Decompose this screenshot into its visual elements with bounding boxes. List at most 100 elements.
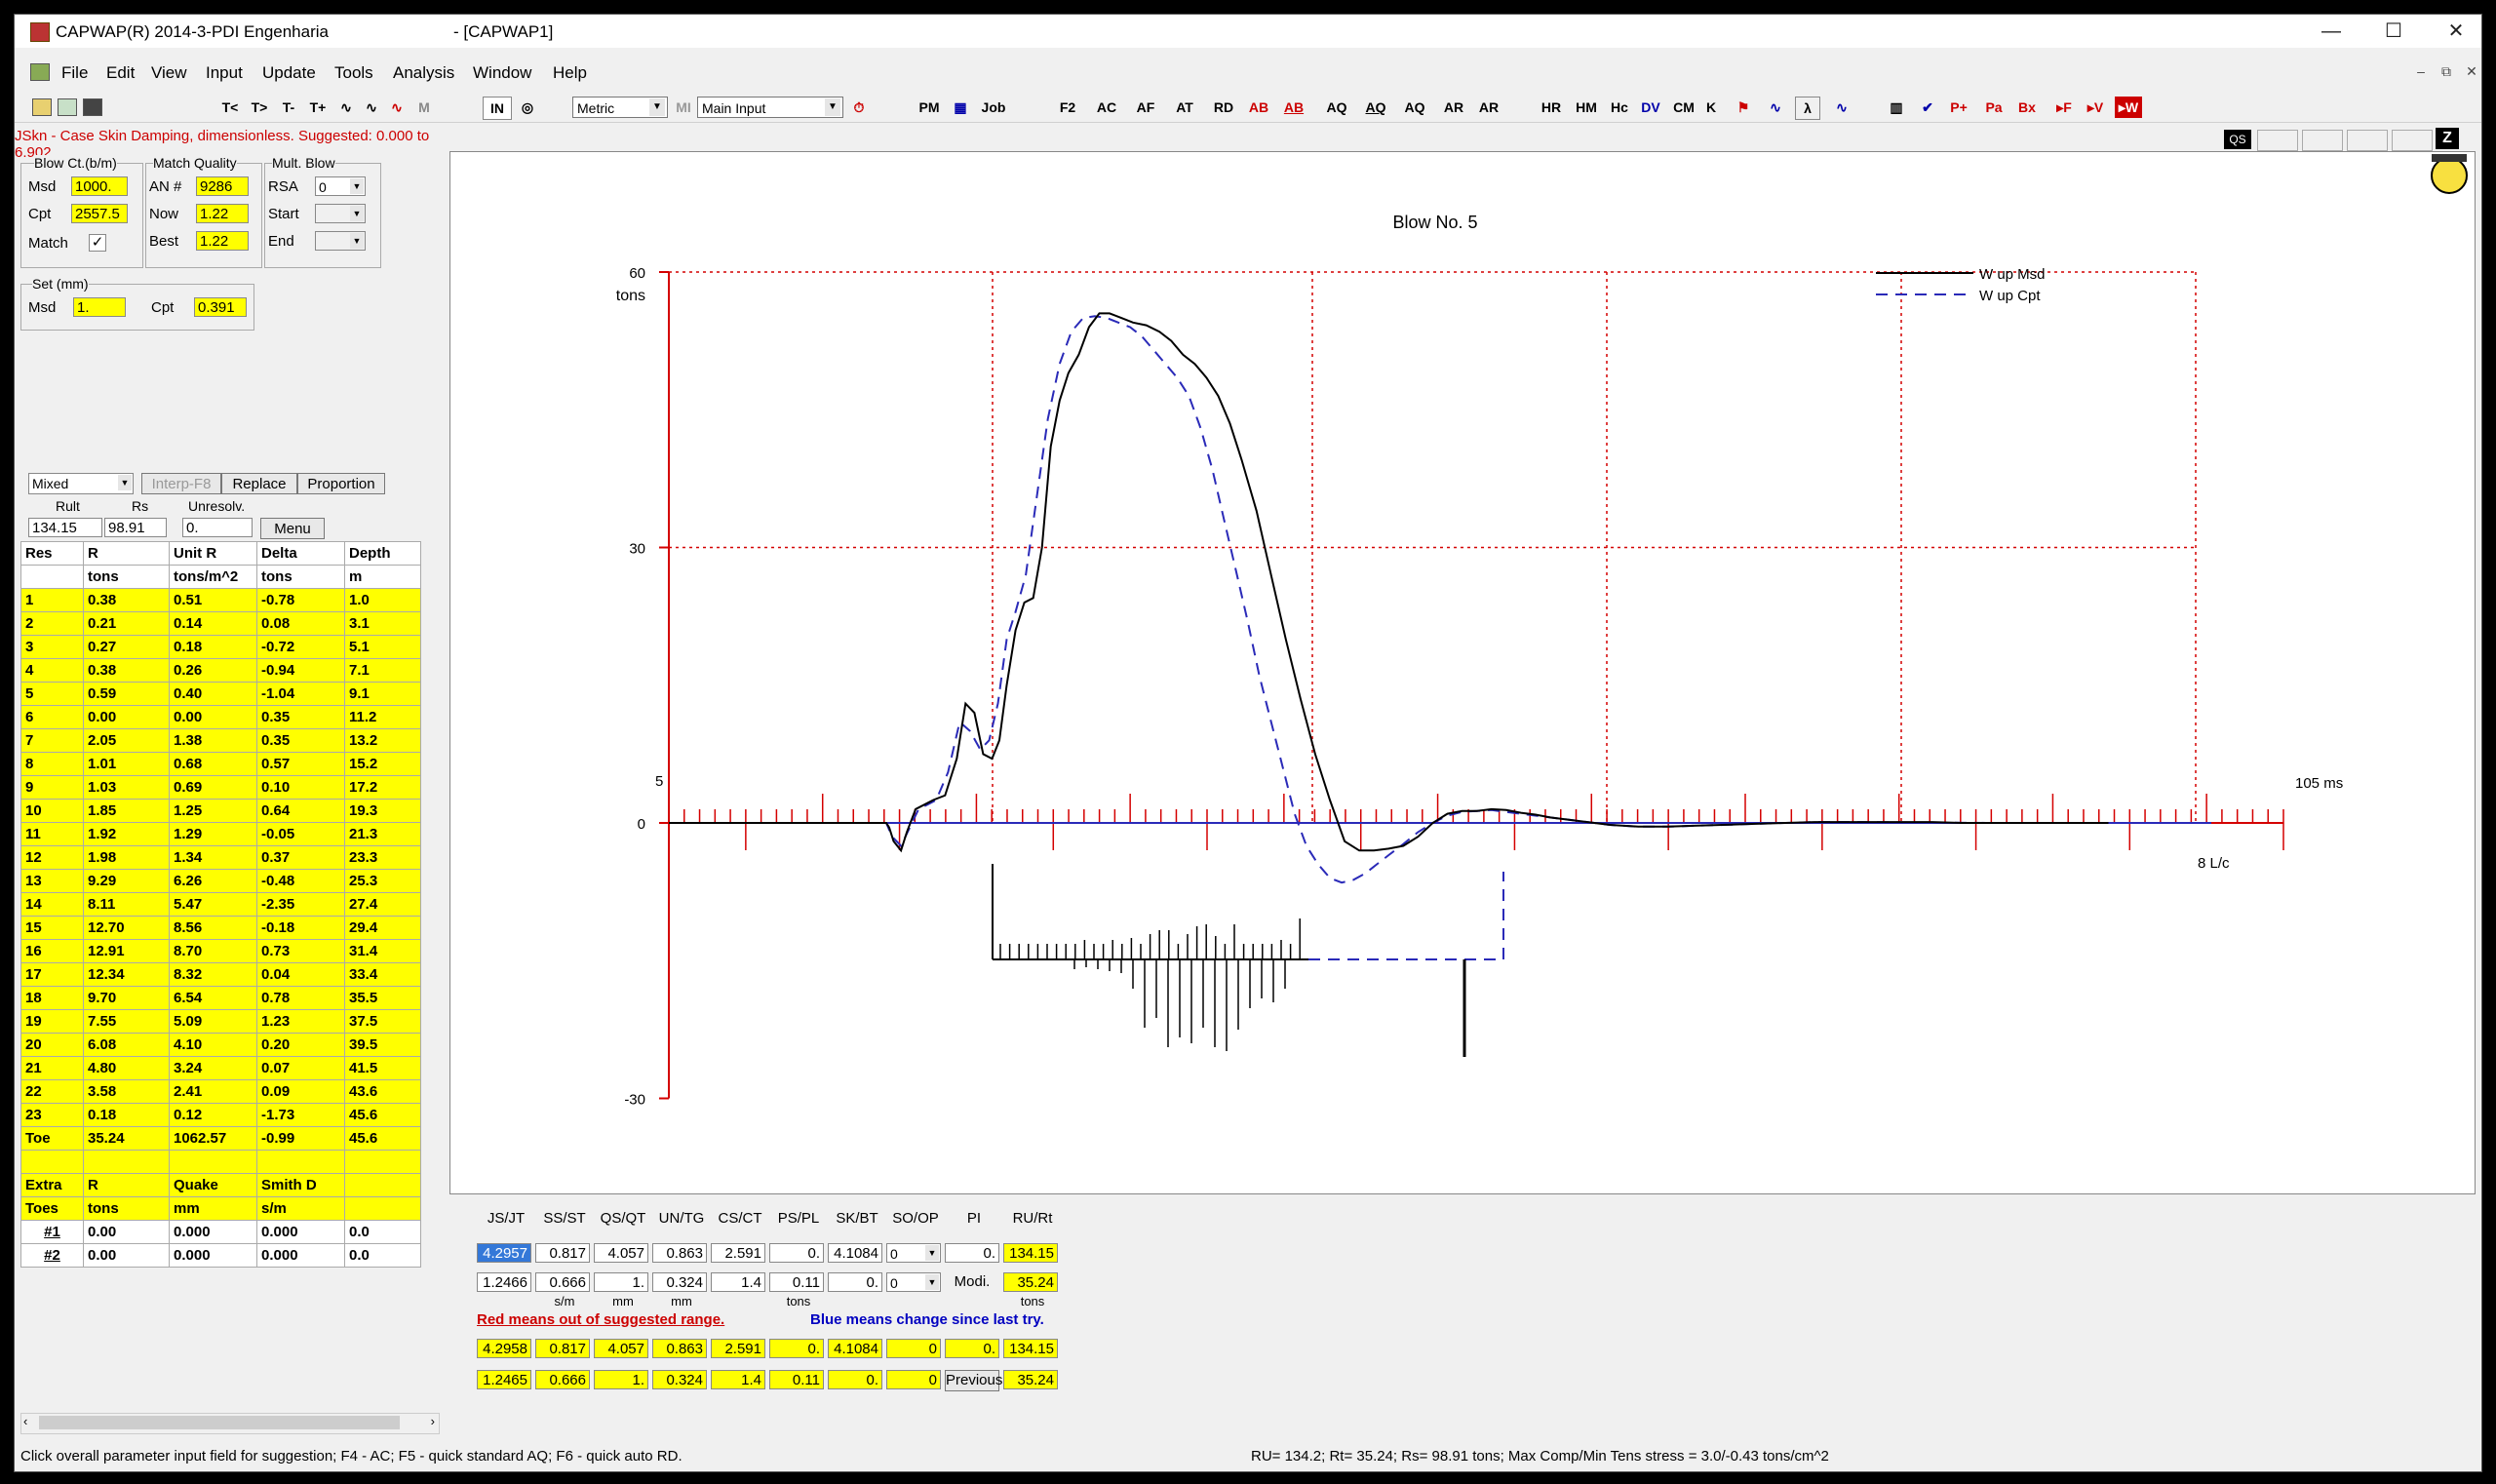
table-row[interactable]: 23 0.18 0.12 -1.73 45.6 (20, 1103, 421, 1127)
check-icon[interactable]: ✔ (1916, 97, 1939, 118)
table-row-cell[interactable]: 0.69 (169, 775, 257, 800)
param-row1-field[interactable]: 0. (945, 1243, 999, 1263)
rult-value[interactable]: 134.15 (28, 518, 102, 537)
param-row4-field[interactable]: 1. (594, 1370, 648, 1389)
aq-underline-button[interactable]: AQ (1362, 97, 1389, 118)
start-select[interactable]: ▼ (315, 204, 366, 223)
table-row-cell[interactable]: Toe (20, 1126, 84, 1151)
table-row-cell[interactable]: 2.05 (83, 728, 170, 753)
extra-toe-row-cell[interactable]: 0.0 (344, 1243, 421, 1268)
table-row-cell[interactable]: 1.34 (169, 845, 257, 870)
table-row-cell[interactable]: 1.0 (344, 588, 421, 612)
dist-menu-button[interactable]: Menu (260, 518, 325, 539)
table-row-cell[interactable]: 3 (20, 635, 84, 659)
extra-toe-row[interactable]: #2 0.00 0.000 0.000 0.0 (20, 1243, 421, 1268)
table-row-cell[interactable]: 9.70 (83, 986, 170, 1010)
menu-update[interactable]: Update (262, 63, 316, 83)
param-row4-field[interactable]: Previous (945, 1370, 1002, 1391)
table-row-cell[interactable]: 0.37 (256, 845, 345, 870)
table-row-cell[interactable]: 22 (20, 1079, 84, 1104)
w-arrow-button[interactable]: ▸W (2115, 97, 2142, 118)
param-row3-field[interactable]: 0.863 (652, 1339, 707, 1358)
table-row-cell[interactable]: -0.72 (256, 635, 345, 659)
table-row[interactable]: 14 8.11 5.47 -2.35 27.4 (20, 892, 421, 917)
table-row-cell[interactable]: 5.1 (344, 635, 421, 659)
table-row-cell[interactable]: 37.5 (344, 1009, 421, 1034)
distribution-select[interactable]: Mixed ▼ (28, 473, 134, 494)
job-button[interactable]: Job (978, 97, 1009, 118)
table-row-cell[interactable]: 45.6 (344, 1126, 421, 1151)
menu-edit[interactable]: Edit (106, 63, 135, 83)
param-row1-field[interactable]: 0. (769, 1243, 824, 1263)
table-row[interactable]: 12 1.98 1.34 0.37 23.3 (20, 845, 421, 870)
extra-toe-row-cell[interactable]: #2 (20, 1243, 84, 1268)
table-row[interactable]: 19 7.55 5.09 1.23 37.5 (20, 1009, 421, 1034)
ac-button[interactable]: AC (1093, 97, 1120, 118)
table-row-cell[interactable]: 14 (20, 892, 84, 917)
lambda-icon[interactable]: λ (1795, 97, 1820, 120)
param-row3-field[interactable]: 4.057 (594, 1339, 648, 1358)
table-row[interactable]: 1 0.38 0.51 -0.78 1.0 (20, 588, 421, 612)
table-row-cell[interactable]: 1.01 (83, 752, 170, 776)
table-row-cell[interactable]: -2.35 (256, 892, 345, 917)
ar-stl-button[interactable]: AR (1475, 97, 1502, 118)
table-row[interactable]: 2 0.21 0.14 0.08 3.1 (20, 611, 421, 636)
table-row-cell[interactable]: 9.1 (344, 682, 421, 706)
param-row2-field[interactable]: 0.11 (769, 1272, 824, 1292)
table-row-cell[interactable]: 6.08 (83, 1033, 170, 1057)
param-row1-field[interactable]: 0.863 (652, 1243, 707, 1263)
table-row-cell[interactable]: 17 (20, 962, 84, 987)
table-row-cell[interactable]: 0.27 (83, 635, 170, 659)
table-row-cell[interactable]: 0.10 (256, 775, 345, 800)
hm-button[interactable]: HM (1573, 97, 1600, 118)
table-row-cell[interactable]: 16 (20, 939, 84, 963)
table-row-cell[interactable]: 31.4 (344, 939, 421, 963)
table-row-cell[interactable]: 1062.57 (169, 1126, 257, 1151)
table-row-cell[interactable]: 12.70 (83, 916, 170, 940)
pa-button[interactable]: Pa (1980, 97, 2008, 118)
menu-help[interactable]: Help (553, 63, 587, 83)
so-op-select[interactable]: 0 ▼ (886, 1243, 941, 1263)
param-row3-field[interactable]: 4.1084 (828, 1339, 882, 1358)
table-row-cell[interactable]: -0.99 (256, 1126, 345, 1151)
horizontal-scrollbar[interactable]: ‹ › (20, 1413, 440, 1434)
param-row1-field[interactable]: 4.1084 (828, 1243, 882, 1263)
table-row-cell[interactable]: 0.57 (256, 752, 345, 776)
table-row-cell[interactable]: 19.3 (344, 799, 421, 823)
table-row-cell[interactable]: 2 (20, 611, 84, 636)
table-row-cell[interactable]: 0.12 (169, 1103, 257, 1127)
t-right-button[interactable]: T> (245, 97, 274, 118)
table-row-cell[interactable]: 3.24 (169, 1056, 257, 1080)
table-row-cell[interactable]: 0.20 (256, 1033, 345, 1057)
table-row-cell[interactable]: 11.2 (344, 705, 421, 729)
table-row-cell[interactable]: -0.48 (256, 869, 345, 893)
mi-button[interactable]: MI (672, 97, 695, 118)
ab-underline-button[interactable]: AB (1280, 97, 1307, 118)
table-row[interactable]: 5 0.59 0.40 -1.04 9.1 (20, 682, 421, 706)
extra-toe-row-cell[interactable]: #1 (20, 1220, 84, 1244)
table-row-cell[interactable]: 0.00 (83, 705, 170, 729)
save-icon[interactable] (83, 98, 102, 116)
table-row-cell[interactable]: 3.58 (83, 1079, 170, 1104)
table-row-cell[interactable]: 1.38 (169, 728, 257, 753)
table-row-cell[interactable]: 35.5 (344, 986, 421, 1010)
table-row-cell[interactable]: 35.24 (83, 1126, 170, 1151)
table-row-cell[interactable]: 0.73 (256, 939, 345, 963)
so-op-select[interactable]: 0 ▼ (886, 1272, 941, 1292)
table-row-cell[interactable]: 39.5 (344, 1033, 421, 1057)
param-row2-field[interactable]: 0.324 (652, 1272, 707, 1292)
document-icon[interactable] (30, 63, 50, 81)
param-row3-field[interactable]: 0.817 (535, 1339, 590, 1358)
maximize-button[interactable]: ☐ (2364, 17, 2423, 46)
table-row-cell[interactable]: 8.70 (169, 939, 257, 963)
param-row3-field[interactable]: 4.2958 (477, 1339, 531, 1358)
close-button[interactable]: ✕ (2427, 17, 2481, 46)
k-button[interactable]: K (1701, 97, 1721, 118)
pm-button[interactable]: PM (916, 97, 943, 118)
table-row-cell[interactable]: 1.29 (169, 822, 257, 846)
set-msd-input[interactable]: 1. (73, 297, 126, 317)
table-row-cell[interactable]: 1 (20, 588, 84, 612)
table-row-cell[interactable]: 12 (20, 845, 84, 870)
t-left-button[interactable]: T< (215, 97, 245, 118)
table-row-cell[interactable]: 0.59 (83, 682, 170, 706)
